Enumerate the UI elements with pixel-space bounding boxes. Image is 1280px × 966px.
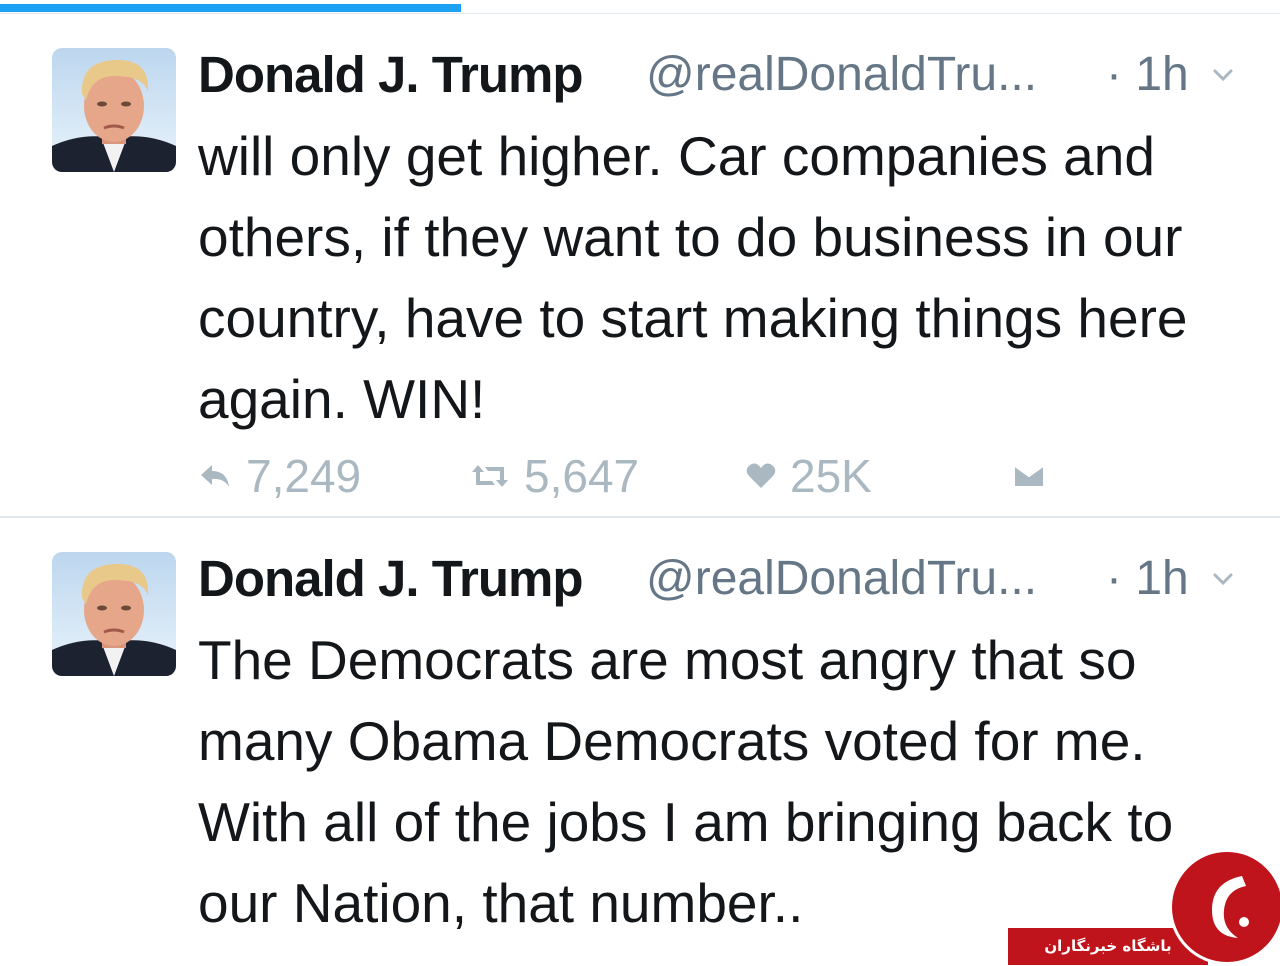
chevron-down-icon[interactable] [1212, 64, 1234, 86]
timestamp[interactable]: · 1h [1106, 546, 1189, 612]
tweet-header: Donald J. Trump @realDonaldTru... · 1h [198, 42, 1258, 112]
watermark-emblem [1172, 852, 1280, 962]
author-handle[interactable]: @realDonaldTru... [646, 42, 1037, 108]
reply-count: 7,249 [246, 450, 362, 502]
retweet-icon [470, 461, 510, 491]
retweet-button[interactable]: 5,647 [470, 446, 639, 506]
watermark-logo: باشگاه خبرنگاران [1008, 838, 1280, 965]
loading-progress-track [0, 0, 1280, 14]
tweet-actions: 7,249 5,647 25K [198, 446, 1098, 506]
heart-icon [746, 462, 776, 490]
author-handle[interactable]: @realDonaldTru... [646, 546, 1037, 612]
tweet-header: Donald J. Trump @realDonaldTru... · 1h [198, 546, 1258, 616]
author-name[interactable]: Donald J. Trump [198, 546, 584, 612]
avatar[interactable] [52, 48, 176, 172]
like-button[interactable]: 25K [746, 446, 872, 506]
loading-progress-bar [0, 4, 461, 12]
tweet[interactable]: Donald J. Trump @realDonaldTru... · 1h w… [0, 14, 1280, 518]
tweet-text: will only get higher. Car companies and … [198, 125, 1188, 430]
retweet-count: 5,647 [524, 450, 640, 502]
envelope-icon [1014, 464, 1044, 488]
reply-button[interactable]: 7,249 [198, 446, 361, 506]
direct-message-button[interactable] [1014, 446, 1058, 506]
like-count: 25K [790, 450, 872, 502]
chevron-down-icon[interactable] [1212, 568, 1234, 590]
author-name[interactable]: Donald J. Trump [198, 42, 584, 108]
avatar[interactable] [52, 552, 176, 676]
reply-icon [198, 461, 232, 491]
timestamp[interactable]: · 1h [1106, 42, 1189, 108]
